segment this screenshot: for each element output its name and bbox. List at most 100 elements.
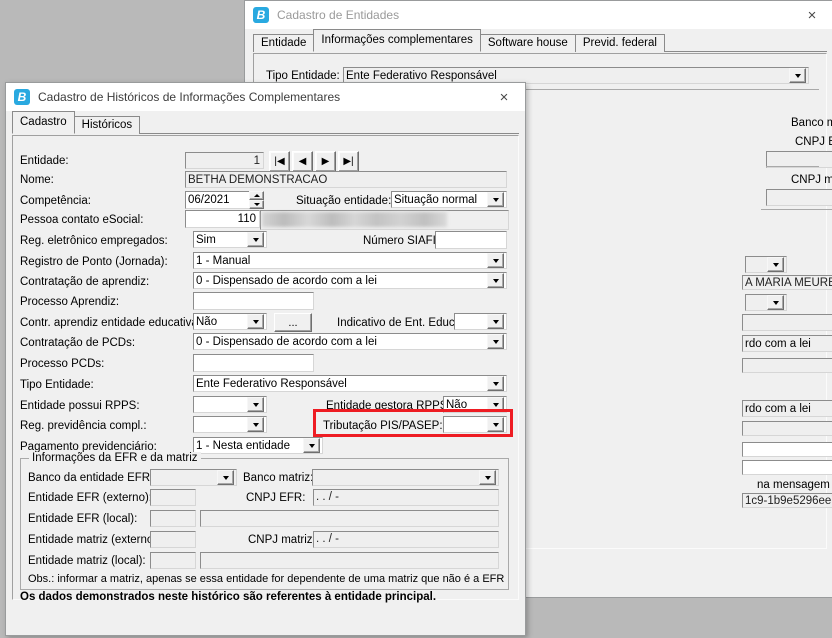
- competencia-spinner[interactable]: 06/2021: [185, 191, 264, 209]
- bg-tipo-entidade-value: Ente Federativo Responsável: [346, 69, 497, 82]
- banco-entidade-efr-combo[interactable]: [150, 469, 237, 486]
- situacao-entidade-combo[interactable]: Situação normal: [391, 191, 507, 208]
- entidade-gestora-rpps-combo[interactable]: Não: [443, 396, 507, 413]
- efr-obs-text: Obs.: informar a matriz, apenas se essa …: [28, 573, 505, 585]
- competencia-stepper[interactable]: [249, 191, 264, 209]
- bg-token-field[interactable]: 1c9-1b9e5296ee70: [742, 493, 832, 508]
- entidade-matriz-externo-field[interactable]: [150, 531, 196, 548]
- nav-prev-button[interactable]: ◀: [292, 151, 313, 172]
- contratacao-aprendiz-label: Contratação de aprendiz:: [20, 276, 150, 288]
- nav-prev-icon: ◀: [298, 155, 307, 167]
- background-window-tabs: Entidade Informações complementares Soft…: [245, 29, 832, 52]
- competencia-field[interactable]: 06/2021: [185, 191, 249, 209]
- chevron-down-icon[interactable]: [487, 253, 504, 268]
- entidade-label: Entidade:: [20, 155, 69, 167]
- efr-cnpj-efr-field[interactable]: . . / -: [313, 489, 499, 506]
- close-icon[interactable]: ×: [791, 1, 832, 29]
- entidade-matriz-local-label: Entidade matriz (local):: [28, 555, 146, 567]
- chevron-down-icon[interactable]: [247, 417, 264, 432]
- reg-previdencia-compl-combo[interactable]: [193, 416, 267, 433]
- bg-contratacao-pcds-combo[interactable]: rdo com a lei: [742, 400, 832, 417]
- nav-next-button[interactable]: ▶: [315, 151, 336, 172]
- chevron-down-icon[interactable]: [487, 314, 504, 329]
- processo-aprendiz-field[interactable]: [193, 292, 314, 310]
- entidade-matriz-local-field[interactable]: [150, 552, 196, 569]
- pessoa-contato-field[interactable]: 110: [185, 210, 260, 228]
- nav-first-button[interactable]: |◀: [269, 151, 290, 172]
- tab-software-house[interactable]: Software house: [479, 34, 576, 52]
- competencia-label: Competência:: [20, 195, 91, 207]
- tab-informacoes-complementares[interactable]: Informações complementares: [313, 29, 481, 52]
- tributacao-pis-pasep-combo[interactable]: [443, 416, 507, 433]
- indicativo-ent-educ-combo[interactable]: [454, 313, 507, 330]
- efr-banco-matriz-combo[interactable]: [312, 469, 499, 486]
- chevron-down-icon[interactable]: [487, 397, 504, 412]
- bg-contratacao-aprendiz-combo[interactable]: rdo com a lei: [742, 335, 832, 352]
- chevron-down-icon[interactable]: [217, 470, 234, 485]
- bg-nome-contato-field[interactable]: A MARIA MEURER BARBIERI: [742, 275, 832, 290]
- contr-aprendiz-educativa-label: Contr. aprendiz entidade educativa:: [20, 317, 201, 329]
- ellipsis-icon: ...: [288, 316, 298, 329]
- entidade-efr-local-field[interactable]: [150, 510, 196, 527]
- chevron-down-icon[interactable]: [487, 273, 504, 288]
- entidade-efr-externo-label: Entidade EFR (externo):: [28, 492, 153, 504]
- reg-eletronico-value: Sim: [196, 233, 216, 246]
- nome-field[interactable]: BETHA DEMONSTRACAO: [185, 171, 507, 188]
- chevron-down-icon[interactable]: [487, 376, 504, 391]
- chevron-down-icon[interactable]: [303, 438, 320, 453]
- entidade-efr-local-label: Entidade EFR (local):: [28, 513, 138, 525]
- entidade-matriz-externo-label: Entidade matriz (externo):: [28, 534, 161, 546]
- contr-aprendiz-educativa-value: Não: [196, 315, 218, 328]
- bg-readonly-strip-2: [766, 189, 832, 206]
- efr-cnpj-matriz-field[interactable]: . . / -: [313, 531, 499, 548]
- close-icon[interactable]: ×: [483, 83, 525, 111]
- tipo-entidade-combo[interactable]: Ente Federativo Responsável: [193, 375, 507, 392]
- situacao-entidade-value: Situação normal: [394, 193, 478, 206]
- chevron-down-icon[interactable]: [247, 397, 264, 412]
- front-window-cadastro-historicos: B Cadastro de Históricos de Informações …: [5, 82, 526, 636]
- contratacao-pcds-label: Contratação de PCDs:: [20, 337, 136, 349]
- bg-processo-aprendiz-field[interactable]: [742, 358, 832, 373]
- chevron-down-icon[interactable]: [789, 68, 806, 83]
- tab-previd-federal[interactable]: Previd. federal: [574, 34, 665, 52]
- bg-cnpj-matriz-label: CNPJ matriz:: [791, 174, 832, 186]
- processo-pcds-field[interactable]: [193, 354, 314, 372]
- chevron-down-icon[interactable]: [247, 314, 264, 329]
- tab-historicos[interactable]: Históricos: [73, 116, 141, 134]
- contratacao-aprendiz-combo[interactable]: 0 - Dispensado de acordo com a lei: [193, 272, 507, 289]
- bg-partial-combo-2[interactable]: [745, 294, 787, 311]
- entidade-matriz-local-desc-field[interactable]: [200, 552, 499, 569]
- pagamento-previdenciario-combo[interactable]: 1 - Nesta entidade: [193, 437, 323, 454]
- bg-text-field-2[interactable]: [742, 460, 832, 475]
- chevron-down-icon[interactable]: [487, 417, 504, 432]
- contr-aprendiz-educativa-browse-button[interactable]: ...: [274, 313, 312, 332]
- nav-last-button[interactable]: ▶|: [338, 151, 359, 172]
- chevron-down-icon[interactable]: [487, 192, 504, 207]
- registro-ponto-combo[interactable]: 1 - Manual: [193, 252, 507, 269]
- stepper-up-icon[interactable]: [249, 191, 264, 200]
- entidade-efr-local-desc-field[interactable]: [200, 510, 499, 527]
- tab-entidade[interactable]: Entidade: [253, 34, 315, 52]
- front-window-title: Cadastro de Históricos de Informações Co…: [38, 90, 341, 104]
- entidade-field[interactable]: 1: [185, 152, 264, 169]
- pessoa-contato-name-field[interactable]: [260, 210, 509, 230]
- bg-processo-pcds-field[interactable]: [742, 421, 832, 436]
- entidade-possui-rpps-combo[interactable]: [193, 396, 267, 413]
- chevron-down-icon[interactable]: [767, 257, 784, 272]
- tab-cadastro[interactable]: Cadastro: [12, 111, 75, 134]
- reg-eletronico-combo[interactable]: Sim: [193, 231, 267, 248]
- contr-aprendiz-educativa-combo[interactable]: Não: [193, 313, 267, 330]
- numero-siafi-field[interactable]: [435, 231, 507, 249]
- background-window-title: Cadastro de Entidades: [277, 8, 400, 22]
- chevron-down-icon[interactable]: [479, 470, 496, 485]
- chevron-down-icon[interactable]: [487, 334, 504, 349]
- entidade-efr-externo-field[interactable]: [150, 489, 196, 506]
- bg-text-field-1[interactable]: [742, 442, 832, 457]
- chevron-down-icon[interactable]: [767, 295, 784, 310]
- bg-partial-combo-1[interactable]: [745, 256, 787, 273]
- stepper-down-icon[interactable]: [249, 200, 264, 209]
- bg-registro-ponto-combo[interactable]: [742, 314, 832, 331]
- chevron-down-icon[interactable]: [247, 232, 264, 247]
- redacted-name-overlay: [262, 212, 447, 227]
- contratacao-pcds-combo[interactable]: 0 - Dispensado de acordo com a lei: [193, 333, 507, 350]
